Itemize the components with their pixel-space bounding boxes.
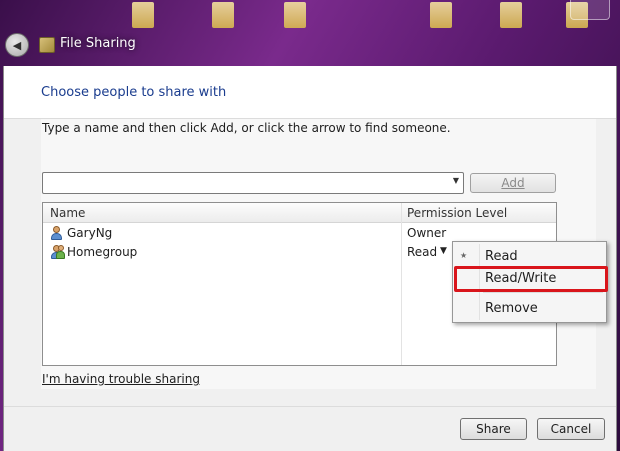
menu-item-remove[interactable]: Remove xyxy=(453,297,606,319)
column-header-permission[interactable]: Permission Level xyxy=(407,206,507,220)
list-header: Name Permission Level xyxy=(43,203,556,223)
cancel-button[interactable]: Cancel xyxy=(537,418,605,440)
user-icon xyxy=(50,226,63,240)
desktop-folder-icon xyxy=(132,2,154,28)
desktop-background xyxy=(0,0,620,66)
dropdown-arrow-icon[interactable]: ▼ xyxy=(440,246,447,256)
file-sharing-icon xyxy=(39,37,55,53)
menu-item-read[interactable]: ★ Read xyxy=(453,245,606,267)
name-combo-input[interactable]: ▼ xyxy=(42,172,464,194)
highlight-annotation xyxy=(454,266,608,292)
menu-item-label: Read xyxy=(485,249,518,264)
page-title: Choose people to share with xyxy=(41,85,227,100)
desktop-folder-icon xyxy=(284,2,306,28)
homegroup-icon xyxy=(50,245,65,259)
window-close-button[interactable] xyxy=(570,0,610,20)
row-name: Homegroup xyxy=(67,245,138,259)
dropdown-arrow-icon[interactable]: ▼ xyxy=(453,176,459,185)
row-name: GaryNg xyxy=(67,226,113,240)
desktop-folder-icon xyxy=(430,2,452,28)
checked-bullet-icon: ★ xyxy=(460,251,468,260)
trouble-sharing-link[interactable]: I'm having trouble sharing xyxy=(42,372,200,386)
column-header-name[interactable]: Name xyxy=(50,206,85,220)
desktop-folder-icon xyxy=(212,2,234,28)
footer-divider xyxy=(4,406,616,407)
back-arrow-icon: ◀ xyxy=(12,38,22,52)
window-title: File Sharing xyxy=(60,36,136,51)
row-permission: Owner xyxy=(407,226,447,240)
menu-item-label: Remove xyxy=(485,301,538,316)
share-button[interactable]: Share xyxy=(460,418,527,440)
menu-separator xyxy=(483,292,603,293)
desktop-folder-icon xyxy=(500,2,522,28)
add-button[interactable]: Add xyxy=(470,173,556,193)
instructions-text: Type a name and then click Add, or click… xyxy=(42,121,451,135)
header-band: Choose people to share with xyxy=(4,66,616,119)
back-button[interactable]: ◀ xyxy=(5,33,29,57)
permission-dropdown[interactable]: Read xyxy=(407,245,437,259)
